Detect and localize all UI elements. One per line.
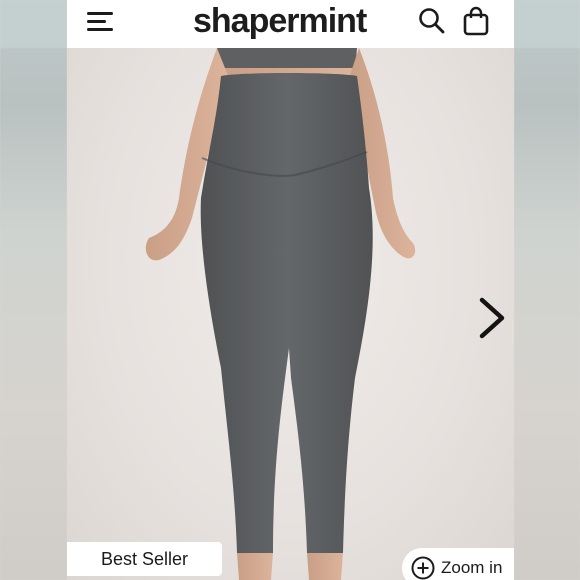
search-icon[interactable] [417,6,447,36]
zoom-in-button[interactable]: Zoom in [402,548,514,580]
brand-logo[interactable]: shapermint [193,2,367,41]
hamburger-menu-icon[interactable] [87,10,115,34]
best-seller-badge: Best Seller [67,542,222,576]
zoom-in-label: Zoom in [441,558,503,577]
site-header: shapermint [67,0,514,49]
shopping-bag-icon[interactable] [461,5,491,37]
plus-circle-icon [411,556,435,580]
mobile-product-page: shapermint Best Seller Zoom in [67,0,514,580]
product-image[interactable] [67,48,514,580]
blurred-margin-left [0,0,67,580]
chevron-right-icon[interactable] [472,296,508,340]
leggings-model-illustration [145,48,416,580]
blurred-margin-right [514,0,580,580]
